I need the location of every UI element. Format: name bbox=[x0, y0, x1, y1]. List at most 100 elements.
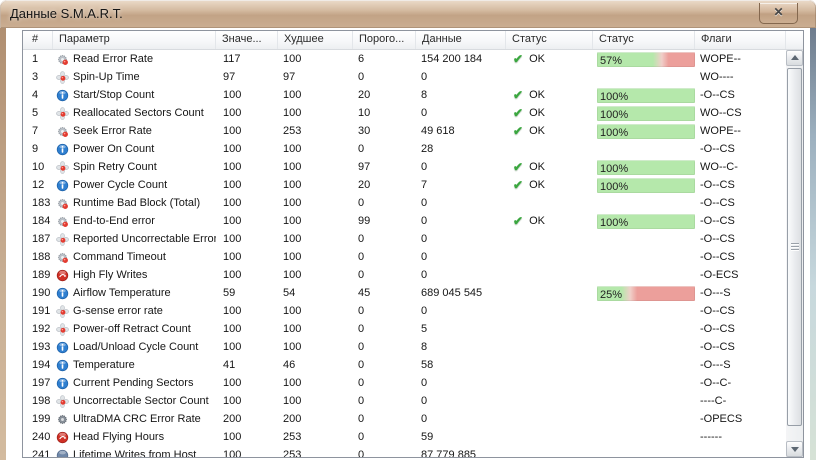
attribute-name-cell: Start/Stop Count bbox=[53, 86, 216, 104]
flags-cell: -O--CS bbox=[700, 215, 735, 227]
table-row[interactable]: 1 Read Error Rate 117 100 6 154 200 184 ✔ OK 57%… bbox=[23, 50, 786, 68]
column-header-flags[interactable]: Флаги bbox=[695, 31, 786, 49]
table-row[interactable]: 184 End-to-End error 100 100 99 0 ✔ OK 100% -O--C… bbox=[23, 212, 786, 230]
threshold-cell: 6 bbox=[358, 53, 365, 65]
raw-data-cell: 0 bbox=[421, 377, 428, 389]
flags-cell: WOPE-- bbox=[700, 125, 741, 137]
status-bar-cell: 25% bbox=[593, 284, 695, 302]
table-row[interactable]: 10 Spin Retry Count 100 100 97 0 ✔ OK 100% WO--C- bbox=[23, 158, 786, 176]
column-header-worst[interactable]: Худшее bbox=[278, 31, 353, 49]
threshold-cell: 0 bbox=[358, 305, 365, 317]
threshold-cell: 0 bbox=[358, 197, 365, 209]
status-ok-label: OK bbox=[529, 53, 545, 65]
table-row[interactable]: 189 High Fly Writes 100 100 0 0 -O-ECS bbox=[23, 266, 786, 284]
worst-cell: 100 bbox=[283, 395, 302, 407]
attribute-name-cell: Read Error Rate bbox=[53, 50, 216, 68]
table-row[interactable]: 183 Runtime Bad Block (Total) 100 100 0 0 -O--… bbox=[23, 194, 786, 212]
window-title: Данные S.M.A.R.T. bbox=[10, 6, 123, 21]
status-bar-cell bbox=[593, 410, 695, 428]
column-header-threshold[interactable]: Порого... bbox=[353, 31, 416, 49]
scrollbar-down-button[interactable] bbox=[786, 441, 803, 457]
scrollbar-thumb[interactable] bbox=[787, 68, 802, 426]
attribute-name: Seek Error Rate bbox=[73, 125, 152, 137]
raw-data-cell: 0 bbox=[421, 197, 428, 209]
raw-data-cell: 58 bbox=[421, 359, 434, 371]
worst-cell: 100 bbox=[283, 143, 302, 155]
attribute-id: 1 bbox=[32, 53, 39, 65]
progress-percent-label: 57% bbox=[600, 54, 623, 67]
sphere-red-icon bbox=[56, 431, 69, 444]
progress-percent-label: 100% bbox=[600, 108, 629, 121]
attribute-name: Uncorrectable Sector Count bbox=[73, 395, 209, 407]
table-row[interactable]: 5 Reallocated Sectors Count 100 100 10 0 ✔ OK 10… bbox=[23, 104, 786, 122]
scrollbar-up-button[interactable] bbox=[786, 50, 803, 66]
table-row[interactable]: 12 Power Cycle Count 100 100 20 7 ✔ OK 100% -O--C… bbox=[23, 176, 786, 194]
attribute-name: Head Flying Hours bbox=[73, 431, 165, 443]
close-icon: ✕ bbox=[773, 5, 784, 19]
status-progress-bar: 100% bbox=[597, 105, 695, 121]
status-progress-bar: 100% bbox=[597, 177, 695, 193]
column-header-status[interactable]: Статус bbox=[506, 31, 593, 49]
table-row[interactable]: 3 Spin-Up Time 97 97 0 0 WO---- bbox=[23, 68, 786, 86]
column-header-bar[interactable]: Статус bbox=[593, 31, 695, 49]
threshold-cell: 0 bbox=[358, 359, 365, 371]
status-bar-cell bbox=[593, 356, 695, 374]
raw-data-cell: 8 bbox=[421, 341, 428, 353]
column-header-id[interactable]: # bbox=[23, 31, 53, 49]
table-row[interactable]: 198 Uncorrectable Sector Count 100 100 0 0 ---… bbox=[23, 392, 786, 410]
close-button[interactable]: ✕ bbox=[759, 3, 798, 24]
flags-cell bbox=[695, 446, 786, 457]
table-row[interactable]: 241 Lifetime Writes from Host 100 253 0 87 77… bbox=[23, 446, 786, 457]
table-row[interactable]: 9 Power On Count 100 100 0 28 -O--CS bbox=[23, 140, 786, 158]
flags-cell: -O--CS bbox=[700, 143, 735, 155]
worst-cell: 97 bbox=[283, 71, 296, 83]
value-cell: 100 bbox=[223, 377, 242, 389]
status-bar-cell: 100% bbox=[593, 104, 695, 122]
ok-check-icon: ✔ bbox=[513, 214, 524, 228]
table-row[interactable]: 197 Current Pending Sectors 100 100 0 0 -O--C- bbox=[23, 374, 786, 392]
threshold-cell: 99 bbox=[358, 215, 371, 227]
attribute-name: Power-off Retract Count bbox=[73, 323, 191, 335]
table-row[interactable]: 188 Command Timeout 100 100 0 0 -O--CS bbox=[23, 248, 786, 266]
table-row[interactable]: 187 Reported Uncorrectable Errors 100 100 0 0… bbox=[23, 230, 786, 248]
table-row[interactable]: 192 Power-off Retract Count 100 100 0 5 -O--CS bbox=[23, 320, 786, 338]
raw-data-cell: 0 bbox=[421, 395, 428, 407]
attribute-id: 194 bbox=[32, 359, 51, 371]
worst-cell: 100 bbox=[283, 233, 302, 245]
attribute-name: Current Pending Sectors bbox=[73, 377, 194, 389]
worst-cell: 100 bbox=[283, 197, 302, 209]
table-row[interactable]: 193 Load/Unload Cycle Count 100 100 0 8 -O--CS bbox=[23, 338, 786, 356]
threshold-cell: 10 bbox=[358, 107, 371, 119]
threshold-cell: 0 bbox=[358, 71, 365, 83]
status-ok-label: OK bbox=[529, 179, 545, 191]
status-cell: ✔ OK bbox=[506, 104, 593, 122]
column-header-value[interactable]: Значе... bbox=[216, 31, 278, 49]
value-cell: 200 bbox=[223, 413, 242, 425]
table-row[interactable]: 240 Head Flying Hours 100 253 0 59 ------ bbox=[23, 428, 786, 446]
sphere-red-icon bbox=[56, 269, 69, 282]
vertical-scrollbar[interactable] bbox=[786, 50, 803, 457]
table-row[interactable]: 199 UltraDMA CRC Error Rate 200 200 0 0 -OPECS bbox=[23, 410, 786, 428]
title-bar[interactable]: Данные S.M.A.R.T. ✕ bbox=[0, 0, 816, 28]
table-row[interactable]: 190 Airflow Temperature 59 54 45 689 045 545 2… bbox=[23, 284, 786, 302]
status-cell bbox=[506, 374, 593, 392]
raw-data-cell: 0 bbox=[421, 107, 428, 119]
column-header-data[interactable]: Данные bbox=[416, 31, 506, 49]
info-icon bbox=[56, 359, 69, 372]
table-row[interactable]: 4 Start/Stop Count 100 100 20 8 ✔ OK 100% -O--CS bbox=[23, 86, 786, 104]
table-row[interactable]: 7 Seek Error Rate 100 253 30 49 618 ✔ OK 100% WOP… bbox=[23, 122, 786, 140]
worst-cell: 100 bbox=[283, 269, 302, 281]
attribute-name-cell: Spin-Up Time bbox=[53, 68, 216, 86]
raw-data-cell: 0 bbox=[421, 215, 428, 227]
threshold-cell: 20 bbox=[358, 179, 371, 191]
column-header-name[interactable]: Параметр bbox=[53, 31, 216, 49]
table-row[interactable]: 194 Temperature 41 46 0 58 -O---S bbox=[23, 356, 786, 374]
fan-red-icon bbox=[56, 106, 69, 120]
attribute-name-cell: Power On Count bbox=[53, 140, 216, 158]
status-progress-bar: 100% bbox=[597, 87, 695, 103]
value-cell: 97 bbox=[223, 71, 236, 83]
flags-cell: -O--CS bbox=[700, 341, 735, 353]
gear-red-icon bbox=[56, 197, 69, 210]
threshold-cell: 0 bbox=[358, 251, 365, 263]
table-row[interactable]: 191 G-sense error rate 100 100 0 0 -O--CS bbox=[23, 302, 786, 320]
